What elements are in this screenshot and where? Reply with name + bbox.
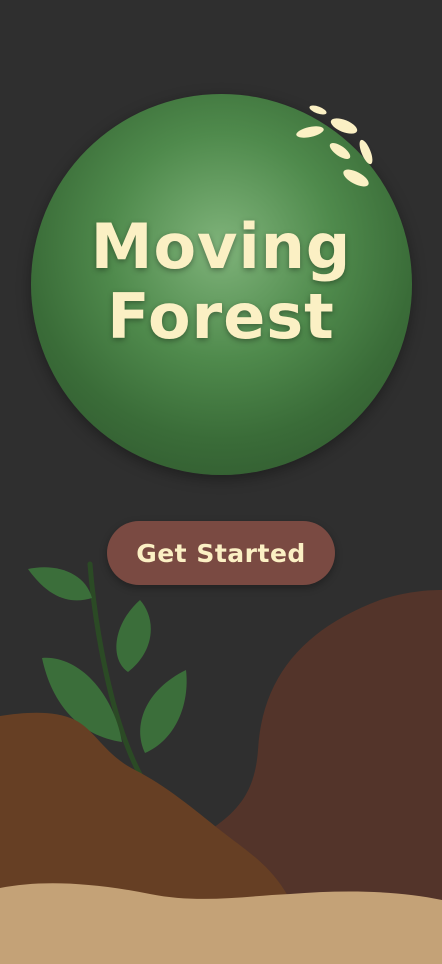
seeds-icon xyxy=(296,105,373,187)
landscape-illustration xyxy=(0,561,442,964)
app-screen: Moving Forest Get Started xyxy=(0,0,442,964)
title-line-2: Forest xyxy=(107,280,335,353)
title-line-1: Moving xyxy=(90,210,352,283)
app-title: Moving Forest xyxy=(0,212,442,352)
get-started-button[interactable]: Get Started xyxy=(107,521,335,585)
